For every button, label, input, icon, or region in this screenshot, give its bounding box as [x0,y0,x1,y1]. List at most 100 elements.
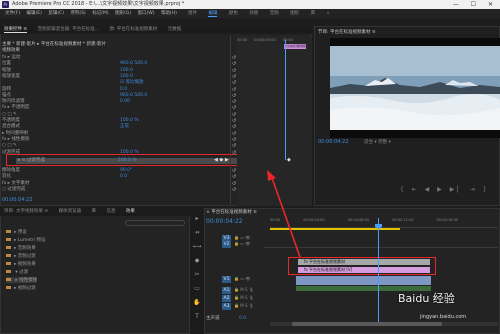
reset-icon[interactable]: ↺ [232,112,236,118]
tab-project[interactable]: 项目: 文字视频效果 ≡ [4,209,48,214]
track-header[interactable]: A2 🔒 M S 🎙 [222,295,254,302]
effect-property-row[interactable]: 混合模式 正常 [2,124,230,130]
track-audio-icons[interactable]: 🔒 M S 🎙 [234,303,254,308]
track-visibility-icons[interactable]: 🔒 ▭ 👁 [234,241,250,246]
workspace-audio[interactable]: 音频 [270,11,279,16]
menu-help[interactable]: 帮助(H) [161,11,177,16]
effect-property-value[interactable]: 0.00 [120,99,130,105]
tab-metadata[interactable]: 元数据 [168,27,182,32]
effect-controls-timecode[interactable]: 00:00:04:22 [2,197,33,203]
reset-icon[interactable]: ↺ [232,174,236,180]
program-transport-controls[interactable]: { ⇤ ◀ ▶ ▶▏ ⇥ } [400,186,490,193]
reset-icon[interactable]: ↺ [232,118,236,124]
menu-marker[interactable]: 标记(M) [92,11,108,16]
razor-tool-icon[interactable]: ✂ [191,271,203,278]
effect-property-value[interactable]: 0.0 [120,174,127,180]
tab-source[interactable]: 源: 平台在标准视频素材 [109,27,157,32]
track-header[interactable]: V2 🔒 ▭ 👁 [222,241,250,248]
effects-search-input[interactable] [125,220,185,226]
video-audio-divider[interactable] [264,247,498,248]
track-target-toggle[interactable]: V1 [222,276,231,283]
track-audio-icons[interactable]: 🔒 M S 🎙 [234,287,254,292]
reset-icon[interactable]: ↺ [232,168,236,174]
type-tool-icon[interactable]: T [191,313,203,320]
effect-property-value[interactable]: 正常 [120,124,129,130]
effects-tree-item[interactable]: ▸ 音频效果 [6,245,36,251]
tab-effects[interactable]: 效果 [126,209,135,214]
effect-property-row[interactable]: ○ □ ✎ [2,143,230,149]
effect-property-row[interactable]: ☑ 等比缩放 [2,80,230,86]
keyframe-diamond-icon[interactable]: ◆ [287,157,291,163]
effect-property-row[interactable]: 缩放宽度 100.0 [2,74,230,80]
effect-property-value[interactable]: 100.0 [120,74,133,80]
workspace-effects[interactable]: 效果 [249,11,258,16]
timeline-scrollbar-thumb[interactable] [292,322,442,326]
reset-icon[interactable]: ↺ [232,74,236,80]
track-select-tool-icon[interactable]: ⇸ [191,229,203,236]
effect-property-row[interactable]: ○ □ ✎ [2,112,230,118]
reset-icon[interactable]: ↺ [232,80,236,86]
effect-property-row[interactable]: fx ▸ 运动 [2,55,230,61]
reset-icon[interactable]: ↺ [232,105,236,111]
effects-tree-item[interactable]: ▾ 过渡 [6,269,28,275]
track-header[interactable]: V1 🔒 ▭ 👁 [222,276,250,283]
effect-property-row[interactable]: 羽化 0.0 [2,174,230,180]
track-target-toggle[interactable]: A2 [222,295,231,302]
effect-property-row[interactable]: 锚点 960.0 540.0 [2,93,230,99]
reset-icon[interactable]: ↺ [232,87,236,93]
track-visibility-icons[interactable]: 🔒 ▭ 👁 [234,276,250,281]
track-audio-icons[interactable]: 🔒 M S 🎙 [234,295,254,300]
reset-icon[interactable]: ↺ [232,99,236,105]
pen-tool-icon[interactable]: ◆ [191,257,203,264]
work-area-bar[interactable] [270,228,400,230]
timeline-timecode[interactable]: 00:00:04:22 [206,218,243,225]
workspace-libraries[interactable]: 库 [311,11,316,16]
menu-edit[interactable]: 编辑(E) [27,11,42,16]
effect-property-value[interactable]: ☑ 等比缩放 [120,80,143,86]
effect-property-row[interactable]: fx ▸ 文字素材 [2,181,230,187]
workspace-assembly[interactable]: 组件 [188,11,197,16]
track-target-toggle[interactable]: V2 [222,241,231,248]
effect-property-value[interactable]: 960.0 540.0 [120,61,147,67]
timeline-sequence-tab[interactable]: × 平台在标准视频素材 ≡ [206,209,257,215]
effect-property-row[interactable]: ○ 过渡完成 [2,187,230,193]
reset-icon[interactable]: ↺ [232,55,236,61]
effect-controls-clip-bar[interactable]: 平台在标准视频素材 [284,44,306,49]
tab-libraries[interactable]: 库 [92,209,97,214]
menu-sequence[interactable]: 序列(S) [70,11,85,16]
reset-icon[interactable]: ↺ [232,93,236,99]
tab-audio-clip-mixer[interactable]: 音频剪辑混合器: 平台在标准... [38,27,99,32]
track-header[interactable]: A3 🔒 M S 🎙 [222,303,254,310]
menu-window[interactable]: 窗口(W) [138,11,155,16]
ripple-edit-tool-icon[interactable]: ⟷ [191,243,203,250]
workspace-graphics[interactable]: 图形 [290,11,299,16]
program-monitor-timecode[interactable]: 00:00:04:22 [318,139,349,145]
effect-property-value[interactable]: 100.0 [120,68,133,74]
tab-effect-controls[interactable]: 效果控件 ≡ [4,27,28,33]
effect-property-value[interactable]: 960.0 540.0 [120,93,147,99]
window-controls[interactable]: — ☐ ✕ [453,0,498,9]
reset-icon[interactable]: ↺ [232,181,236,187]
effects-tree-item[interactable]: ▸ 视频效果 [6,261,36,267]
reset-icon[interactable]: ↺ [232,137,236,143]
effects-tree-item[interactable]: ▸ Lumetri 预设 [6,237,45,243]
track-visibility-icons[interactable]: 🔒 ▭ 👁 [234,235,250,240]
workspace-color[interactable]: 颜色 [229,11,238,16]
effect-property-row[interactable]: 旋转 0.0 [2,87,230,93]
menu-clip[interactable]: 剪辑(C) [48,11,64,16]
effect-property-row[interactable]: 不透明度 100.0 % [2,118,230,124]
program-fit-dropdown[interactable]: 适合 ▾ 完整 ▾ [364,139,391,145]
slip-tool-icon[interactable]: ▭ [191,285,203,292]
effects-tree-item[interactable]: ▸ 线性擦除 [6,277,38,283]
track-target-toggle[interactable]: A1 [222,287,231,294]
tab-info[interactable]: 信息 [106,209,115,214]
selection-tool-icon[interactable]: ▸ [191,215,203,222]
master-volume-value[interactable]: 0.0 [239,316,246,321]
effect-property-row[interactable]: 位置 960.0 540.0 [2,61,230,67]
reset-icon[interactable]: ↺ [232,68,236,74]
reset-icon[interactable]: ↺ [232,124,236,130]
timeline-playhead[interactable] [378,218,379,326]
effects-tree-item[interactable]: ▸ 预设 [6,229,27,235]
tab-media-browser[interactable]: 媒体浏览器 [59,209,82,214]
effect-property-value[interactable]: 0.0 [120,87,127,93]
